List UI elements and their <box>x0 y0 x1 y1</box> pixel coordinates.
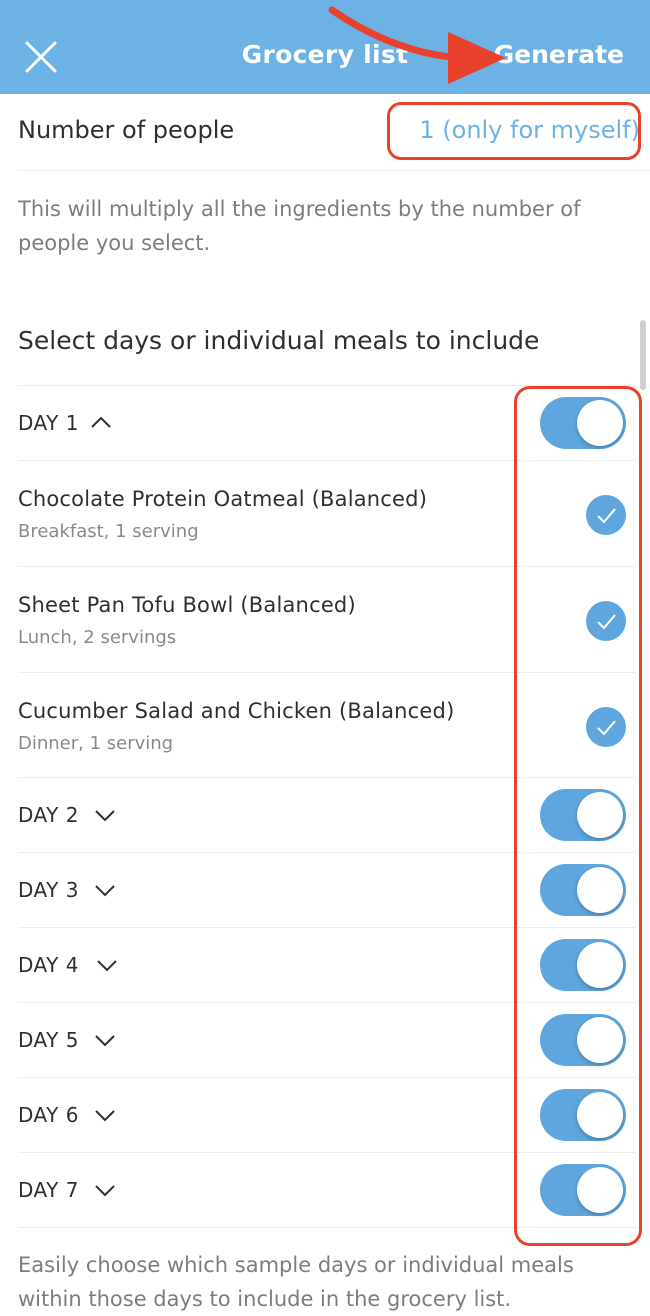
day-label: DAY 7 <box>18 1178 79 1202</box>
meal-name: Sheet Pan Tofu Bowl (Balanced) <box>18 593 356 617</box>
chevron-down-icon <box>95 885 115 897</box>
chevron-down-icon <box>95 810 115 822</box>
number-of-people-label: Number of people <box>18 116 235 144</box>
day-label: DAY 3 <box>18 878 79 902</box>
day-label: DAY 2 <box>18 803 79 827</box>
meal-name: Cucumber Salad and Chicken (Balanced) <box>18 699 455 723</box>
section-heading: Select days or individual meals to inclu… <box>18 326 540 355</box>
footer-help-text: Easily choose which sample days or indiv… <box>18 1253 574 1311</box>
top-bar: Grocery list Generate <box>0 0 650 94</box>
day-label: DAY 4 <box>18 953 79 977</box>
annotation-highlight-toggles <box>514 386 642 1246</box>
day-label: DAY 6 <box>18 1103 79 1127</box>
chevron-up-icon <box>91 416 111 428</box>
chevron-down-icon <box>97 960 117 972</box>
day-label: DAY 1 <box>18 411 79 435</box>
annotation-highlight-people <box>387 102 641 160</box>
chevron-down-icon <box>95 1110 115 1122</box>
meal-detail: Lunch, 2 servings <box>18 627 177 648</box>
meal-detail: Breakfast, 1 serving <box>18 521 199 542</box>
meal-name: Chocolate Protein Oatmeal (Balanced) <box>18 487 428 511</box>
scrollbar[interactable] <box>640 320 646 390</box>
people-help-text: This will multiply all the ingredients b… <box>18 197 581 255</box>
chevron-down-icon <box>95 1035 115 1047</box>
chevron-down-icon <box>95 1185 115 1197</box>
day-label: DAY 5 <box>18 1028 79 1052</box>
meal-detail: Dinner, 1 serving <box>18 733 174 754</box>
generate-button[interactable]: Generate <box>494 40 624 69</box>
